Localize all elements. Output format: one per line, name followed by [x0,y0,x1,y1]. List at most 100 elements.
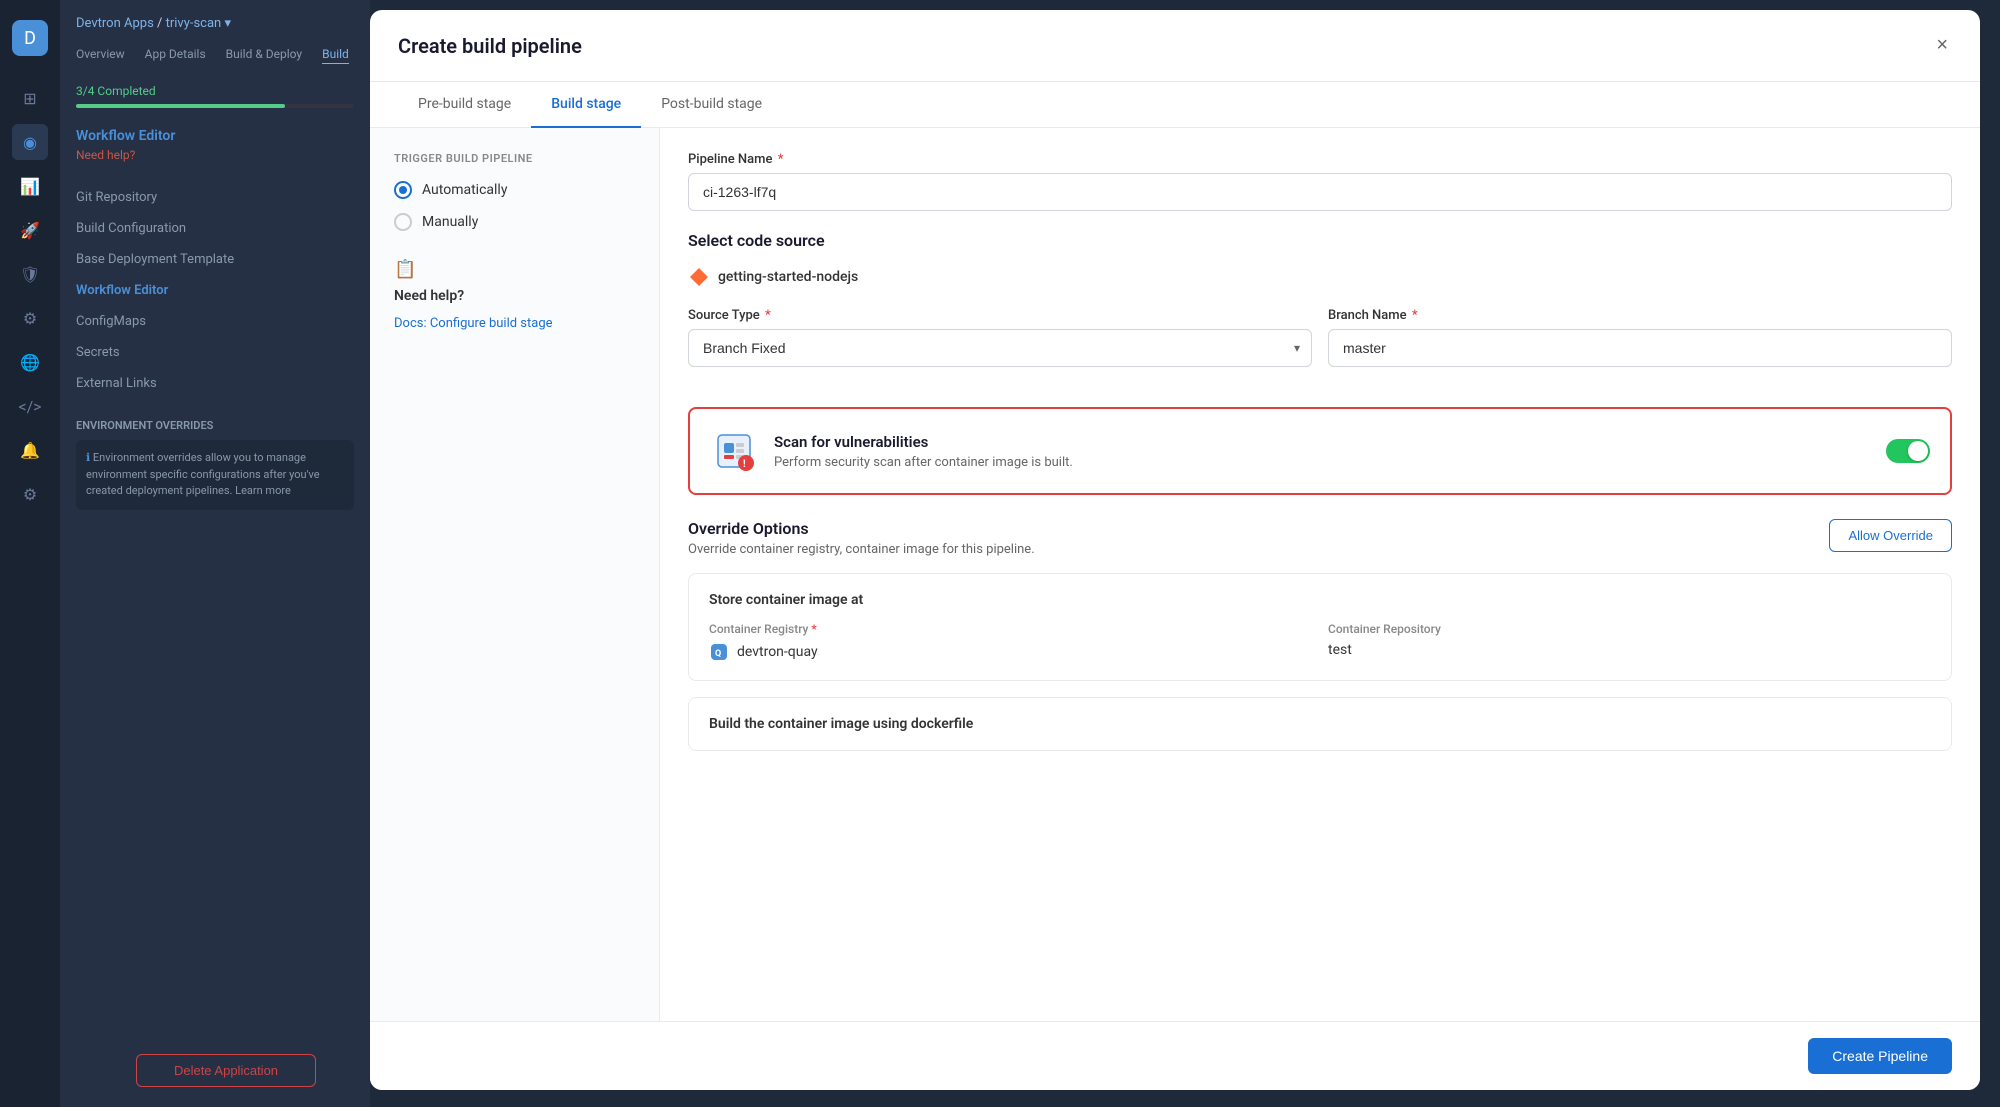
store-container-box: Store container image at Container Regis… [688,573,1952,681]
svg-text:Q: Q [715,649,721,659]
left-nav-workflow-editor[interactable]: Workflow Editor [76,275,354,306]
override-options-header: Override Options Override container regi… [688,519,1952,557]
need-help-label[interactable]: Need help? [76,148,354,162]
container-registry-value: Q devtron-quay [709,642,1312,662]
progress-label: 3/4 Completed [76,84,354,98]
required-asterisk: * [778,152,784,167]
main-background-panel: Devtron Apps / trivy-scan ▾ Overview App… [60,0,370,1107]
container-repo-label: Container Repository [1328,622,1931,636]
env-overrides-title: ENVIRONMENT OVERRIDES [76,419,354,432]
left-nav-build-configuration[interactable]: Build Configuration [76,213,354,244]
code-source-row: getting-started-nodejs [688,266,1952,288]
trigger-manually-label: Manually [422,214,478,230]
tab-post-build[interactable]: Post-build stage [641,82,782,128]
app-logo: D [12,20,48,56]
source-type-label: Source Type * [688,308,1312,323]
radio-manually[interactable] [394,213,412,231]
trigger-manually[interactable]: Manually [394,213,635,231]
create-pipeline-modal: Create build pipeline × Pre-build stage … [370,10,1980,1090]
container-repo-field: Container Repository test [1328,622,1931,662]
nav-icon-apps[interactable]: ◉ [12,124,48,160]
nav-icon-env[interactable]: ⚙ [12,300,48,336]
radio-automatically[interactable] [394,181,412,199]
scan-desc: Perform security scan after container im… [774,455,1870,470]
nav-icon-settings[interactable]: ⚙ [12,476,48,512]
breadcrumb-app[interactable]: Devtron Apps [76,16,154,31]
progress-fill [76,104,285,108]
store-container-title: Store container image at [709,592,1931,608]
source-type-branch-row: Source Type * Branch Fixed Branch Regex … [688,308,1952,387]
tab-pre-build[interactable]: Pre-build stage [398,82,531,128]
delete-application-button[interactable]: Delete Application [136,1054,316,1087]
dockerfile-box: Build the container image using dockerfi… [688,697,1952,751]
create-pipeline-button[interactable]: Create Pipeline [1808,1038,1952,1074]
nav-icon-security[interactable]: 🛡 [12,256,48,292]
pipeline-name-input[interactable] [688,173,1952,211]
icon-sidebar: D ⊞ ◉ 📊 🚀 🛡 ⚙ 🌐 </> 🔔 ⚙ [0,0,60,1107]
tab-overview[interactable]: Overview [76,47,125,64]
store-container-fields: Container Registry * Q devtron-quay [709,622,1931,662]
nav-icon-notify[interactable]: 🔔 [12,432,48,468]
left-nav-base-deployment[interactable]: Base Deployment Template [76,244,354,275]
breadcrumb-sep: / [157,16,166,31]
breadcrumb-project[interactable]: trivy-scan [166,16,222,31]
env-overrides-icon: ℹ [86,451,93,464]
progress-bar [76,104,354,108]
close-button[interactable]: × [1932,30,1952,61]
nav-icon-dashboard[interactable]: ⊞ [12,80,48,116]
scan-vulnerabilities-box: ! Scan for vulnerabilities Perform secur… [688,407,1952,495]
override-title-block: Override Options Override container regi… [688,519,1035,557]
source-type-group: Source Type * Branch Fixed Branch Regex … [688,308,1312,367]
trigger-automatically[interactable]: Automatically [394,181,635,199]
code-source-icon [688,266,710,288]
nav-icon-global[interactable]: 🌐 [12,344,48,380]
right-panel: Pipeline Name * Select code source getti… [660,128,1980,1055]
branch-name-input[interactable] [1328,329,1952,367]
select-code-source-title: Select code source [688,231,1952,250]
app-nav-tabs: Overview App Details Build & Deploy Buil… [76,47,354,64]
tab-build-deploy[interactable]: Build & Deploy [226,47,302,64]
dockerfile-title: Build the container image using dockerfi… [709,716,1931,732]
help-title: Need help? [394,288,635,304]
source-type-select[interactable]: Branch Fixed Branch Regex Tag Regex [688,329,1312,367]
nav-icon-chart[interactable]: 📊 [12,168,48,204]
help-section: 📋 Need help? Docs: Configure build stage [394,259,635,331]
trigger-automatically-label: Automatically [422,182,507,198]
svg-text:!: ! [743,459,746,470]
scan-toggle[interactable] [1886,439,1930,463]
trigger-title: TRIGGER BUILD PIPELINE [394,152,635,165]
container-repo-value: test [1328,642,1931,658]
tab-build-stage[interactable]: Build stage [531,82,641,128]
modal-header: Create build pipeline × [370,10,1980,82]
container-registry-field: Container Registry * Q devtron-quay [709,622,1312,662]
left-nav-configmaps[interactable]: ConfigMaps [76,306,354,337]
left-panel: TRIGGER BUILD PIPELINE Automatically Man… [370,128,660,1055]
left-nav-secrets[interactable]: Secrets [76,337,354,368]
scan-title: Scan for vulnerabilities [774,433,1870,451]
modal-footer: Create Pipeline [370,1021,1980,1090]
branch-name-group: Branch Name * [1328,308,1952,367]
env-overrides-text: Environment overrides allow you to manag… [86,451,320,497]
progress-section: 3/4 Completed [76,84,354,108]
scan-icon: ! [710,427,758,475]
scan-text: Scan for vulnerabilities Perform securit… [774,433,1870,470]
workflow-editor-title[interactable]: Workflow Editor [76,128,354,144]
source-type-select-wrapper: Branch Fixed Branch Regex Tag Regex ▾ [688,329,1312,367]
help-link[interactable]: Docs: Configure build stage [394,316,553,331]
left-nav-external-links[interactable]: External Links [76,368,354,399]
stage-tabs: Pre-build stage Build stage Post-build s… [370,82,1980,128]
branch-name-label: Branch Name * [1328,308,1952,323]
tab-app-details[interactable]: App Details [145,47,206,64]
breadcrumb-dropdown-icon[interactable]: ▾ [224,16,231,31]
tab-build[interactable]: Build [322,47,349,64]
code-source-name: getting-started-nodejs [718,269,858,285]
override-desc: Override container registry, container i… [688,542,1035,557]
nav-icon-code[interactable]: </> [12,388,48,424]
override-title: Override Options [688,519,1035,538]
left-nav-git-repository[interactable]: Git Repository [76,182,354,213]
modal-body: TRIGGER BUILD PIPELINE Automatically Man… [370,128,1980,1055]
help-icon: 📋 [394,259,635,280]
container-registry-label: Container Registry * [709,622,1312,636]
allow-override-button[interactable]: Allow Override [1829,519,1952,552]
nav-icon-deployment[interactable]: 🚀 [12,212,48,248]
